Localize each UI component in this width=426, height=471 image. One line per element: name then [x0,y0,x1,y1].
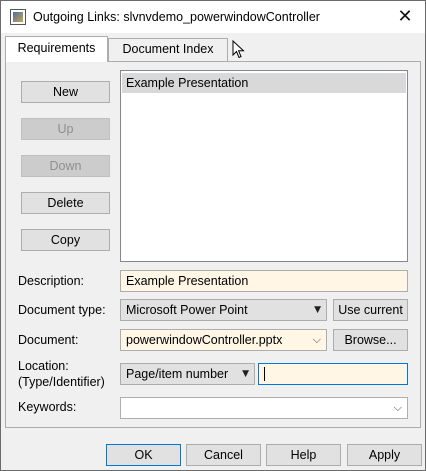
new-button[interactable]: New [21,81,110,103]
tab-requirements[interactable]: Requirements [5,36,108,62]
dropdown-arrow-icon: ▼ [242,369,249,379]
outgoing-links-dialog: Outgoing Links: slvnvdemo_powerwindowCon… [0,0,426,471]
app-icon [10,9,26,25]
use-current-button[interactable]: Use current [333,299,408,321]
location-type-value: Page/item number [126,367,229,381]
document-type-label: Document type: [18,303,106,317]
help-button[interactable]: Help [266,444,341,466]
dropdown-arrow-icon: ▼ [314,305,321,315]
cancel-button[interactable]: Cancel [186,444,261,466]
tab-document-index[interactable]: Document Index [108,38,228,61]
title-bar: Outgoing Links: slvnvdemo_powerwindowCon… [1,1,425,33]
requirements-list[interactable]: Example Presentation [120,70,408,262]
keywords-label: Keywords: [18,400,77,414]
down-button[interactable]: Down [21,155,110,177]
location-label: Location: [18,359,69,373]
text-caret [264,367,265,381]
browse-button[interactable]: Browse... [333,329,408,351]
document-value: powerwindowController.pptx [126,333,283,347]
keywords-combobox[interactable]: ⌵ [120,397,408,419]
copy-button[interactable]: Copy [21,229,110,251]
ok-button[interactable]: OK [106,444,181,466]
close-icon[interactable]: ✕ [395,7,415,27]
location-sublabel: (Type/Identifier) [18,375,105,389]
document-type-value: Microsoft Power Point [126,303,248,317]
list-item[interactable]: Example Presentation [122,73,406,93]
document-type-dropdown[interactable]: Microsoft Power Point ▼ [120,299,327,321]
apply-button[interactable]: Apply [347,444,422,466]
mouse-cursor-icon [232,40,245,59]
document-label: Document: [18,333,79,347]
location-type-dropdown[interactable]: Page/item number ▼ [120,363,255,385]
delete-button[interactable]: Delete [21,192,110,214]
window-title: Outgoing Links: slvnvdemo_powerwindowCon… [33,10,320,24]
location-identifier-input[interactable] [258,363,408,385]
document-combobox[interactable]: powerwindowController.pptx ⌵ [120,329,327,351]
chevron-down-icon: ⌵ [312,333,321,346]
up-button[interactable]: Up [21,118,110,140]
description-field[interactable]: Example Presentation [120,270,408,292]
description-label: Description: [18,274,84,288]
chevron-down-icon: ⌵ [393,401,402,414]
